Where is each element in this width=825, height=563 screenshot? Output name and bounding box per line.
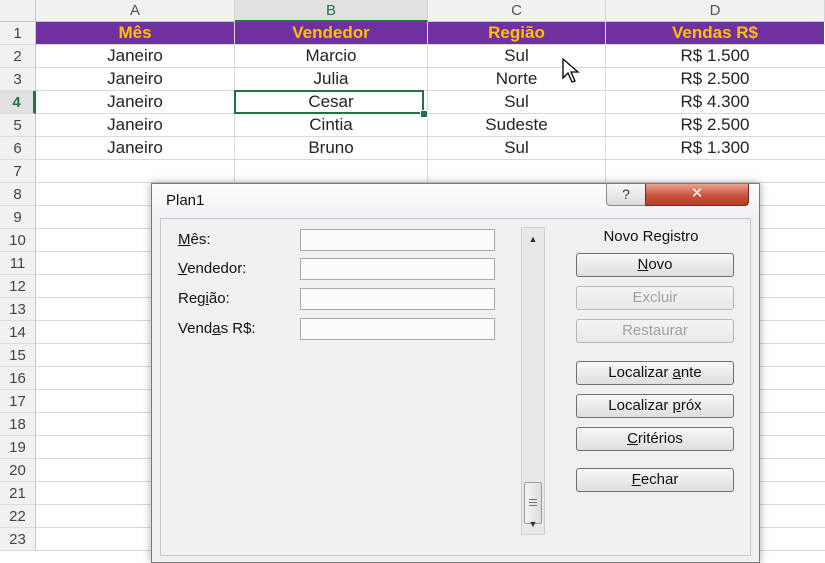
active-cell-border bbox=[234, 90, 424, 114]
dialog-title: Plan1 bbox=[166, 192, 205, 209]
row-header-5[interactable]: 5 bbox=[0, 114, 36, 137]
input-mes[interactable] bbox=[300, 229, 495, 251]
cell-b3[interactable]: Julia bbox=[235, 68, 427, 90]
row-header-9[interactable]: 9 bbox=[0, 206, 36, 229]
record-scrollbar[interactable]: ▲ ▼ bbox=[521, 227, 545, 535]
label-vendas: Vendas R$: bbox=[178, 320, 256, 337]
input-vendas[interactable] bbox=[300, 318, 495, 340]
header-cell-d[interactable]: Vendas R$ bbox=[606, 22, 824, 44]
row-header-11[interactable]: 11 bbox=[0, 252, 36, 275]
criterios-button[interactable]: Critérios bbox=[576, 427, 734, 451]
scroll-up-icon[interactable]: ▲ bbox=[522, 230, 544, 248]
row-header-4[interactable]: 4 bbox=[0, 91, 36, 114]
novo-button[interactable]: Novo bbox=[576, 253, 734, 277]
row-header-2[interactable]: 2 bbox=[0, 45, 36, 68]
column-header-d[interactable]: D bbox=[606, 0, 825, 22]
fill-handle[interactable] bbox=[420, 110, 428, 118]
header-cell-b[interactable]: Vendedor bbox=[235, 22, 427, 44]
row-header-22[interactable]: 22 bbox=[0, 505, 36, 528]
row-header-20[interactable]: 20 bbox=[0, 459, 36, 482]
dialog-body: Mês: Vendedor: Região: Vendas R$: ▲ ▼ Novo … bbox=[160, 218, 751, 556]
cell-c5[interactable]: Sudeste bbox=[428, 114, 605, 136]
restaurar-button: Restaurar bbox=[576, 319, 734, 343]
cell-a2[interactable]: Janeiro bbox=[36, 45, 234, 67]
excluir-button: Excluir bbox=[576, 286, 734, 310]
cell-b6[interactable]: Bruno bbox=[235, 137, 427, 159]
mouse-cursor-icon bbox=[562, 57, 580, 83]
select-all-corner[interactable] bbox=[0, 0, 36, 22]
scroll-down-icon[interactable]: ▼ bbox=[522, 515, 544, 533]
row-header-3[interactable]: 3 bbox=[0, 68, 36, 91]
help-icon: ? bbox=[622, 186, 630, 202]
grip-line bbox=[529, 505, 537, 506]
cell-a5[interactable]: Janeiro bbox=[36, 114, 234, 136]
header-cell-a[interactable]: Mês bbox=[36, 22, 234, 44]
localizar-ante-button[interactable]: Localizar ante bbox=[576, 361, 734, 385]
grip-line bbox=[529, 499, 537, 500]
fechar-button[interactable]: Fechar bbox=[576, 468, 734, 492]
input-regiao[interactable] bbox=[300, 288, 495, 310]
input-vendedor[interactable] bbox=[300, 258, 495, 280]
row-header-6[interactable]: 6 bbox=[0, 137, 36, 160]
row-header-15[interactable]: 15 bbox=[0, 344, 36, 367]
row-header-17[interactable]: 17 bbox=[0, 390, 36, 413]
cell-b5[interactable]: Cintia bbox=[235, 114, 427, 136]
cell-a3[interactable]: Janeiro bbox=[36, 68, 234, 90]
row-header-14[interactable]: 14 bbox=[0, 321, 36, 344]
row-header-23[interactable]: 23 bbox=[0, 528, 36, 551]
cell-d2[interactable]: R$ 1.500 bbox=[606, 45, 824, 67]
localizar-prox-button[interactable]: Localizar próx bbox=[576, 394, 734, 418]
label-regiao: Região: bbox=[178, 290, 230, 307]
close-button[interactable]: ✕ bbox=[645, 184, 749, 206]
data-form-dialog: Plan1 ? ✕ Mês: Vendedor: Região: Vendas R$:… bbox=[151, 183, 760, 563]
help-button[interactable]: ? bbox=[606, 184, 646, 206]
row-header-7[interactable]: 7 bbox=[0, 160, 36, 183]
column-header-b[interactable]: B bbox=[235, 0, 428, 22]
row-header-18[interactable]: 18 bbox=[0, 413, 36, 436]
column-header-c[interactable]: C bbox=[428, 0, 606, 22]
close-icon: ✕ bbox=[690, 185, 704, 202]
dialog-titlebar[interactable]: Plan1 ? ✕ bbox=[152, 184, 759, 218]
cell-a6[interactable]: Janeiro bbox=[36, 137, 234, 159]
row-header-1[interactable]: 1 bbox=[0, 22, 36, 45]
header-cell-c[interactable]: Região bbox=[428, 22, 605, 44]
cell-d6[interactable]: R$ 1.300 bbox=[606, 137, 824, 159]
grip-line bbox=[529, 502, 537, 503]
cell-c4[interactable]: Sul bbox=[428, 91, 605, 113]
row-header-13[interactable]: 13 bbox=[0, 298, 36, 321]
row-header-19[interactable]: 19 bbox=[0, 436, 36, 459]
cell-d3[interactable]: R$ 2.500 bbox=[606, 68, 824, 90]
row-header-8[interactable]: 8 bbox=[0, 183, 36, 206]
cell-b2[interactable]: Marcio bbox=[235, 45, 427, 67]
row-header-10[interactable]: 10 bbox=[0, 229, 36, 252]
cell-c6[interactable]: Sul bbox=[428, 137, 605, 159]
row-header-16[interactable]: 16 bbox=[0, 367, 36, 390]
cell-d4[interactable]: R$ 4.300 bbox=[606, 91, 824, 113]
record-status: Novo Registro bbox=[603, 228, 699, 245]
row-header-21[interactable]: 21 bbox=[0, 482, 36, 505]
column-header-a[interactable]: A bbox=[36, 0, 235, 22]
label-vendedor: Vendedor: bbox=[178, 260, 247, 277]
cell-d5[interactable]: R$ 2.500 bbox=[606, 114, 824, 136]
label-mes: Mês: bbox=[178, 231, 211, 248]
grid-line bbox=[36, 159, 825, 160]
cell-a4[interactable]: Janeiro bbox=[36, 91, 234, 113]
row-header-12[interactable]: 12 bbox=[0, 275, 36, 298]
